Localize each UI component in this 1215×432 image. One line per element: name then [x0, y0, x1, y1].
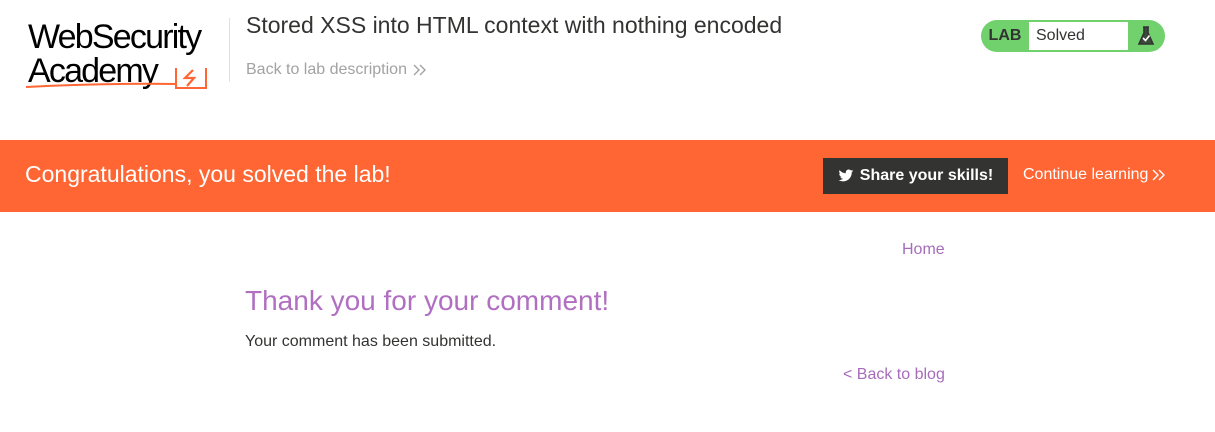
- confirmation-message: Your comment has been submitted.: [245, 333, 497, 350]
- confirmation-heading: Thank you for your comment!: [245, 285, 610, 316]
- web-security-academy-logo[interactable]: WebSecurity Academy: [26, 18, 226, 90]
- back-to-blog-link[interactable]: < Back to blog: [843, 366, 945, 384]
- header-divider: [229, 18, 230, 82]
- double-chevron-right-icon: [1152, 169, 1166, 181]
- lab-header: WebSecurity Academy Stored XSS into HTML…: [0, 0, 1215, 140]
- share-skills-button[interactable]: Share your skills!: [823, 158, 1008, 194]
- back-to-lab-description-label: Back to lab description: [246, 61, 407, 78]
- back-to-lab-description-link[interactable]: Back to lab description: [246, 61, 427, 79]
- twitter-icon: [838, 169, 854, 182]
- flask-icon: [1128, 20, 1163, 52]
- lab-status-widget: LAB Solved: [981, 20, 1165, 52]
- logo-text-line1: WebSecurity: [28, 18, 202, 56]
- solved-message: Congratulations, you solved the lab!: [25, 161, 391, 187]
- lab-title: Stored XSS into HTML context with nothin…: [246, 12, 783, 38]
- continue-learning-label: Continue learning: [1023, 166, 1149, 183]
- solved-banner: Congratulations, you solved the lab! Sha…: [0, 140, 1215, 212]
- lab-status-value: Solved: [1029, 22, 1128, 50]
- home-link[interactable]: Home: [902, 241, 945, 259]
- lab-status-label: LAB: [988, 27, 1022, 44]
- lightning-bolt-icon: [26, 68, 207, 89]
- double-chevron-right-icon: [413, 64, 426, 76]
- continue-learning-link[interactable]: Continue learning: [1023, 166, 1166, 184]
- share-skills-label: Share your skills!: [859, 167, 994, 184]
